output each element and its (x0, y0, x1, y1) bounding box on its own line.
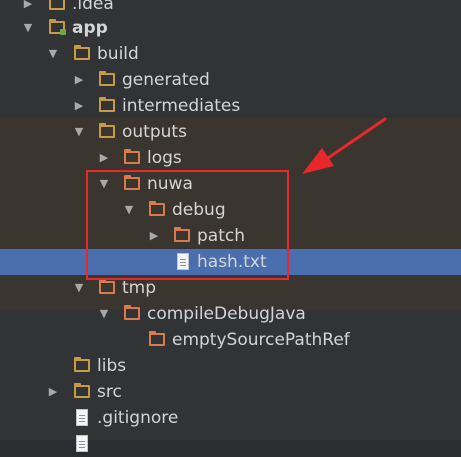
project-tree: ▶ .idea ▼ app ▼ build ▶ generated ▶ inte… (0, 0, 461, 452)
annotation-arrow-icon (302, 117, 387, 174)
